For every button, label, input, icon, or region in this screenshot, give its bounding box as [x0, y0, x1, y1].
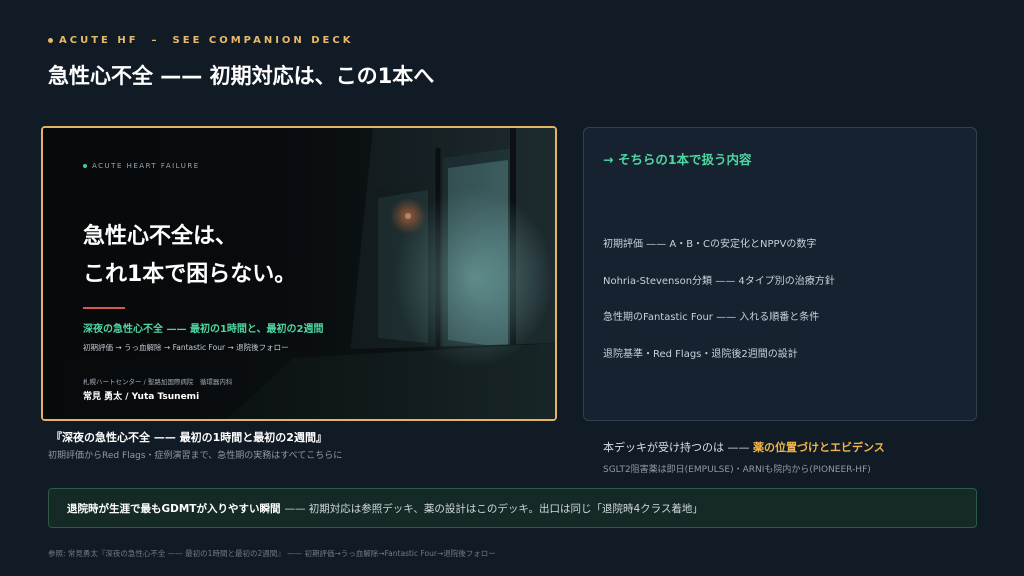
- banner-rest: —— 初期対応は参照デッキ、薬の設計はこのデッキ。出口は同じ「退院時4クラス着地…: [284, 502, 703, 515]
- bullet-dot-icon: [48, 37, 53, 43]
- contents-list: 初期評価 —— A・B・Cの安定化とNPPVの数字 Nohria-Stevens…: [603, 235, 835, 382]
- support-sub: SGLT2阻害薬は即日(EMPULSE)・ARNIも院内から(PIONEER-H…: [603, 465, 871, 475]
- support-statement: 本デッキが受け持つのは —— 薬の位置づけとエビデンス: [603, 441, 885, 454]
- slide-subtitle: 深夜の急性心不全 —— 最初の1時間と、最初の2週間: [83, 324, 324, 335]
- slide-eyebrow: ACUTE HEART FAILURE: [83, 162, 200, 170]
- deck-caption-desc: 初期評価からRed Flags・症例演習まで、急性期の実務はすべてこちらに: [48, 451, 343, 461]
- green-dot-icon: [83, 164, 87, 168]
- slide-affiliation: 札幌ハートセンター / 聖路加国際病院 循環器内科: [83, 378, 233, 386]
- panel-heading: → そちらの1本で扱う内容: [603, 152, 752, 167]
- deck-contents-panel: → そちらの1本で扱う内容 初期評価 —— A・B・Cの安定化とNPPVの数字 …: [583, 127, 977, 421]
- page-title: 急性心不全 —— 初期対応は、この1本へ: [48, 64, 435, 88]
- list-item: 退院基準・Red Flags・退院後2週間の設計: [603, 349, 798, 361]
- red-accent-divider: [83, 307, 125, 309]
- banner-strong: 退院時が生涯で最もGDMTが入りやすい瞬間: [67, 502, 281, 515]
- section-eyebrow: ACUTE HF – SEE COMPANION DECK: [48, 31, 353, 46]
- reference-footnote: 参照: 常見勇太『深夜の急性心不全 —— 最初の1時間と最初の2週間』 —— 初…: [48, 549, 496, 558]
- list-item: 初期評価 —— A・B・Cの安定化とNPPVの数字: [603, 239, 817, 250]
- list-item: 急性期のFantastic Four —— 入れる順番と条件: [603, 312, 820, 324]
- slide-content: ACUTE HEART FAILURE 急性心不全は、 これ1本で困らない。 深…: [83, 128, 555, 419]
- companion-deck-thumbnail[interactable]: ACUTE HEART FAILURE 急性心不全は、 これ1本で困らない。 深…: [41, 126, 557, 421]
- slide-author: 常見 勇太 / Yuta Tsunemi: [83, 392, 200, 402]
- list-item: Nohria-Stevenson分類 —— 4タイプ別の治療方針: [603, 275, 835, 287]
- slide-headline-line1: 急性心不全は、: [83, 224, 238, 249]
- highlight-text: 薬の位置づけとエビデンス: [753, 441, 885, 454]
- slide-headline-line2: これ1本で困らない。: [83, 262, 297, 287]
- slide-steps: 初期評価 → うっ血解除 → Fantastic Four → 退院後フォロー: [83, 343, 289, 352]
- deck-caption-title: 『深夜の急性心不全 —— 最初の1時間と最初の2週間』: [51, 431, 327, 444]
- key-message-banner: 退院時が生涯で最もGDMTが入りやすい瞬間 —— 初期対応は参照デッキ、薬の設計…: [48, 488, 977, 528]
